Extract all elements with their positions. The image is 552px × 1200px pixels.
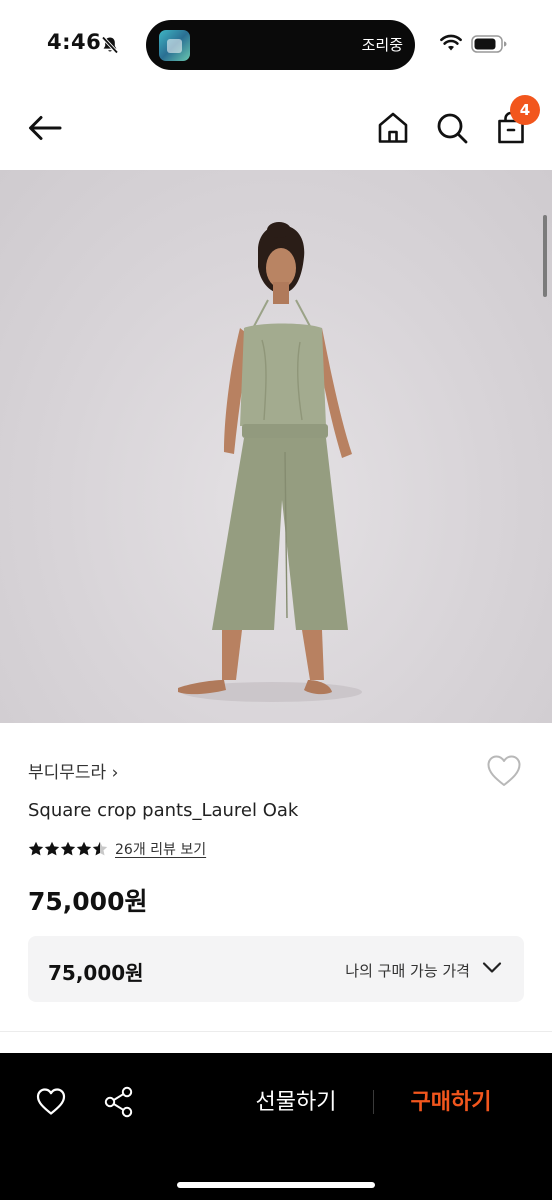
wifi-icon <box>440 34 462 51</box>
bottom-bar-divider <box>373 1090 374 1114</box>
gift-button[interactable]: 선물하기 <box>241 1083 351 1123</box>
back-arrow-icon[interactable] <box>25 108 65 148</box>
section-divider <box>0 1031 552 1032</box>
image-scroll-indicator <box>543 215 547 297</box>
navigation-bar <box>0 90 552 170</box>
dynamic-island[interactable]: 조리중 <box>146 20 415 70</box>
bottom-action-bar <box>0 1053 552 1200</box>
my-price-dropdown[interactable]: 75,000원 나의 구매 가능 가격 <box>28 936 524 1002</box>
search-icon[interactable] <box>432 108 472 148</box>
review-link[interactable]: 26개 리뷰 보기 <box>115 839 206 859</box>
bell-muted-icon <box>101 36 119 54</box>
cart-count-badge: 4 <box>510 95 540 125</box>
home-indicator[interactable] <box>177 1182 375 1188</box>
product-price: 75,000원 <box>28 887 148 916</box>
brand-link[interactable]: 부디무드라 › <box>28 758 118 783</box>
heart-outline-icon[interactable] <box>486 754 522 788</box>
my-price-value: 75,000원 <box>48 961 144 985</box>
rating-stars <box>28 841 108 856</box>
my-price-label: 나의 구매 가능 가격 <box>345 962 470 980</box>
buy-button[interactable]: 구매하기 <box>398 1083 504 1123</box>
wishlist-heart-icon[interactable] <box>36 1087 66 1117</box>
product-image[interactable] <box>0 170 552 723</box>
model-photo <box>178 222 362 702</box>
status-bar: 4:46 조리중 <box>0 0 552 90</box>
live-activity-status: 조리중 <box>361 36 403 54</box>
chevron-down-icon <box>482 962 502 973</box>
status-time: 4:46 <box>47 30 102 54</box>
share-icon[interactable] <box>104 1086 134 1118</box>
product-name: Square crop pants_Laurel Oak <box>28 800 299 821</box>
battery-icon <box>471 35 507 53</box>
home-icon[interactable] <box>373 108 413 148</box>
live-activity-app-icon <box>159 30 190 61</box>
